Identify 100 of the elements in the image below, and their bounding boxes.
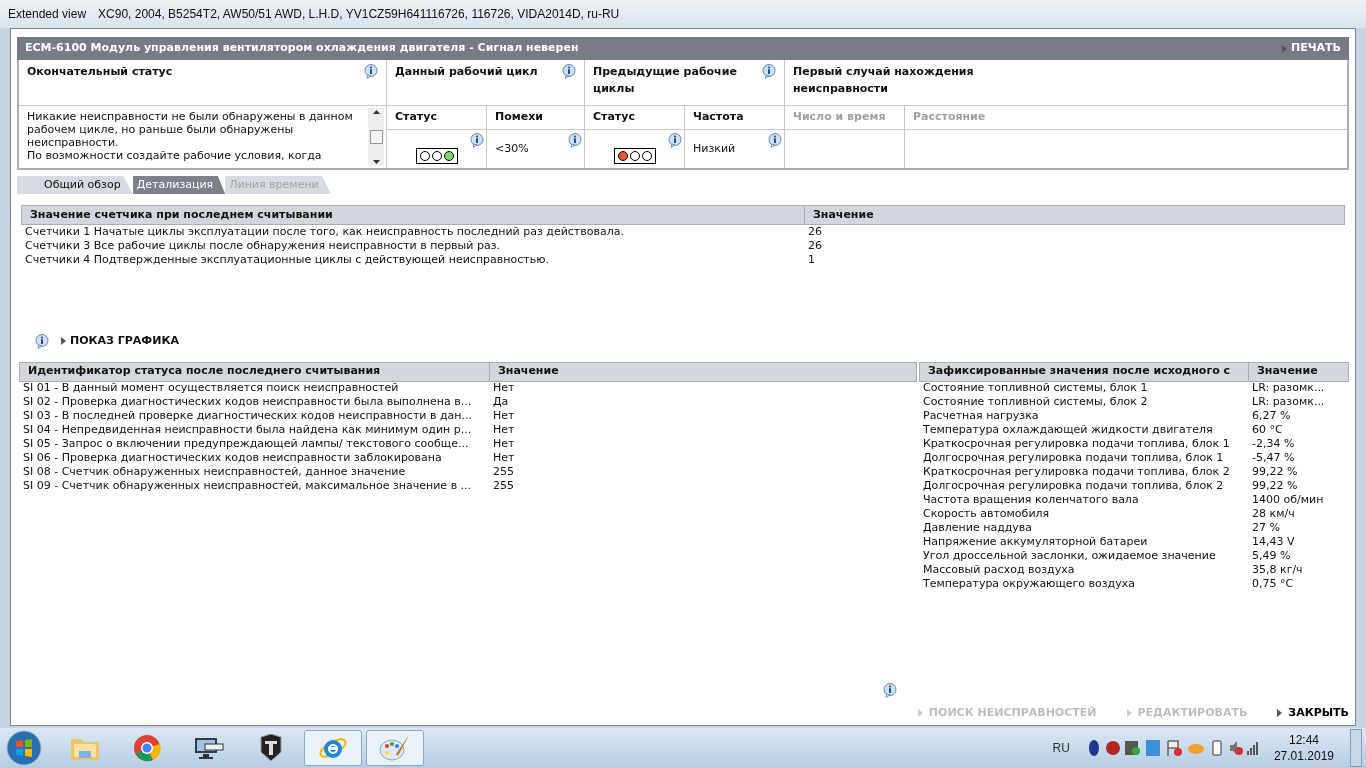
value-cell-text: 1400 об/мин <box>1251 492 1325 509</box>
value-cell-text: 35,8 кг/ч <box>1251 562 1304 579</box>
info-icon[interactable] <box>470 133 484 148</box>
parameter-cell-text: Краткосрочная регулировка подачи топлива, блок 1 <box>922 436 1231 453</box>
value-cell-text: Нет <box>492 408 516 425</box>
palette-icon <box>379 734 411 762</box>
tray-icons[interactable] <box>1087 739 1258 757</box>
panel-title: Предыдущие рабочие циклы <box>593 64 738 97</box>
status-id-cell-text: SI 09 - Счетчик обнаруженных неисправностей, максимальное значение в ... <box>22 478 473 495</box>
value-cell-text: -2,34 % <box>1251 436 1296 453</box>
info-icon[interactable] <box>762 64 776 79</box>
value-cell-text: 27 % <box>1251 520 1281 537</box>
parameter-cell-text: Массовый расход воздуха <box>922 562 1076 579</box>
parameter-cell-text: Угол дроссельной заслонки, ожидаемое значение <box>922 548 1217 565</box>
value-cell-text: Нет <box>492 450 516 467</box>
value-cell-text: 26 <box>807 223 823 240</box>
value-cell-text: 14,43 V <box>1251 534 1296 551</box>
value-cell-text: -5,47 % <box>1251 450 1296 467</box>
action-link[interactable]: ЗАКРЫТЬ <box>1277 704 1349 721</box>
value-cell-text: 99,22 % <box>1251 478 1299 495</box>
column-header: Помехи <box>487 106 585 130</box>
parameter-cell-text: Частота вращения коленчатого вала <box>922 492 1140 509</box>
arrow-icon <box>1277 708 1283 717</box>
value-cell-text: 255 <box>492 478 515 495</box>
parameter-cell-text: Расчетная нагрузка <box>922 408 1040 425</box>
value-cell-text: 99,22 % <box>1251 464 1299 481</box>
info-icon[interactable] <box>364 64 378 79</box>
value-cell-text: Нет <box>492 422 516 439</box>
scrollbar[interactable] <box>368 108 384 166</box>
clock-date[interactable]: 27.01.2019 <box>1273 748 1334 764</box>
parameter-cell-text: Состояние топливной системы, блок 1 <box>922 380 1149 397</box>
arrow-icon <box>1282 44 1287 53</box>
tab[interactable]: Детализация <box>132 176 226 194</box>
value-cell-text: 5,49 % <box>1251 548 1292 565</box>
column-header: Идентификатор статуса после последнего считывания <box>20 362 490 381</box>
window-title: Extended view <box>8 6 87 23</box>
parameter-cell-text: Долгосрочная регулировка подачи топлива, блок 1 <box>922 450 1225 467</box>
parameter-cell-text: Давление наддува <box>922 520 1034 537</box>
chrome-icon <box>133 734 161 762</box>
language-indicator[interactable]: RU <box>1052 739 1070 757</box>
description-text: По возможности создайте рабочие условия, когда <box>27 149 323 162</box>
panel-title: Первый случай нахождения неисправности <box>793 64 975 97</box>
column-header: Значение счетчика при последнем считывании <box>22 206 805 224</box>
value-cell-text: 60 °C <box>1251 422 1284 439</box>
show-graph-link[interactable]: ПОКАЗ ГРАФИКА <box>61 333 179 350</box>
counter-cell-text: Счетчики 4 Подтвержденные эксплуатационные циклы с действующей неисправностью. <box>24 251 550 268</box>
scroll-up-icon[interactable] <box>372 110 380 114</box>
value-cell-text: 1 <box>807 251 816 268</box>
interference-value: <30% <box>495 140 529 157</box>
value-cell-text: 6,27 % <box>1251 408 1292 425</box>
scroll-thumb[interactable] <box>369 130 383 144</box>
status-id-cell-text: SI 08 - Счетчик обнаруженных неисправностей, данное значение <box>22 464 407 481</box>
parameter-cell-text: Долгосрочная регулировка подачи топлива, блок 2 <box>922 478 1225 495</box>
info-icon[interactable] <box>568 133 582 148</box>
parameter-cell-text: Температура охлаждающей жидкости двигателя <box>922 422 1214 439</box>
column-header: Частота <box>685 106 785 130</box>
status-id-cell-text: SI 05 - Запрос о включении предупреждающей лампы/ текстового сообще... <box>22 436 470 453</box>
clock-time[interactable]: 12:44 <box>1288 732 1319 748</box>
column-header: Значение <box>497 363 560 380</box>
value-cell-text: 28 км/ч <box>1251 506 1296 523</box>
value-cell-text: LR: разомк... <box>1251 394 1326 411</box>
parameter-cell-text: Краткосрочная регулировка подачи топлива, блок 2 <box>922 464 1231 481</box>
scroll-down-icon[interactable] <box>372 160 380 164</box>
status-id-cell-text: SI 06 - Проверка диагностических кодов неисправности заблокирована <box>22 450 443 467</box>
info-icon[interactable] <box>883 682 897 698</box>
column-header: Значение <box>812 206 875 223</box>
column-header: Значение <box>1256 363 1319 380</box>
start-button[interactable] <box>4 729 44 767</box>
panel-title: Данный рабочий цикл <box>395 64 538 80</box>
shield-icon <box>259 734 283 762</box>
arrow-icon <box>917 708 923 717</box>
print-link[interactable]: ПЕЧАТЬ <box>1282 40 1341 57</box>
vehicle-info: XC90, 2004, B5254T2, AW50/51 AWD, L.H.D, YV1CZ59H641116726, 116726, VIDA2014D, ru-RU <box>98 6 620 23</box>
value-cell-text: 255 <box>492 464 515 481</box>
parameter-cell-text: Напряжение аккумуляторной батареи <box>922 534 1149 551</box>
monitor-icon <box>193 735 225 761</box>
value-cell-text: Нет <box>492 436 516 453</box>
counter-cell-text: Счетчики 3 Все рабочие циклы после обнаружения неисправности в первый раз. <box>24 237 501 254</box>
value-cell-text: 0,75 °C <box>1251 576 1295 593</box>
frequency-value: Низкий <box>693 140 736 157</box>
info-icon[interactable] <box>768 133 782 148</box>
arrow-icon <box>1126 708 1132 717</box>
column-header: Число и время <box>785 106 905 130</box>
status-id-cell-text: SI 04 - Непредвиденная неисправности была найдена как минимум один р... <box>22 422 473 439</box>
info-icon[interactable] <box>35 333 49 349</box>
info-icon[interactable] <box>668 133 682 148</box>
parameter-cell-text: Скорость автомобиля <box>922 506 1051 523</box>
counter-cell-text: Счетчики 1 Начатые циклы эксплуатации после того, как неисправность последний раз действовала. <box>24 223 625 240</box>
status-id-cell-text: SI 02 - Проверка диагностических кодов неисправности была выполнена в... <box>22 394 473 411</box>
column-header: Статус <box>585 106 685 130</box>
column-header: Расстояние <box>905 106 1347 130</box>
fault-title: ECM-6100 Модуль управления вентилятором охлаждения двигателя - Сигнал неверен <box>25 40 579 57</box>
column-header: Статус <box>387 106 487 130</box>
value-cell-text: Нет <box>492 380 516 397</box>
column-header: Зафиксированные значения после исходного с <box>920 362 1249 381</box>
status-id-cell-text: SI 01 - В данный момент осуществляется поиск неисправностей <box>22 380 400 397</box>
info-icon[interactable] <box>562 64 576 79</box>
tab[interactable]: Общий обзор <box>17 176 133 194</box>
panel-title: Окончательный статус <box>27 64 173 80</box>
value-cell-text: LR: разомк... <box>1251 380 1326 397</box>
